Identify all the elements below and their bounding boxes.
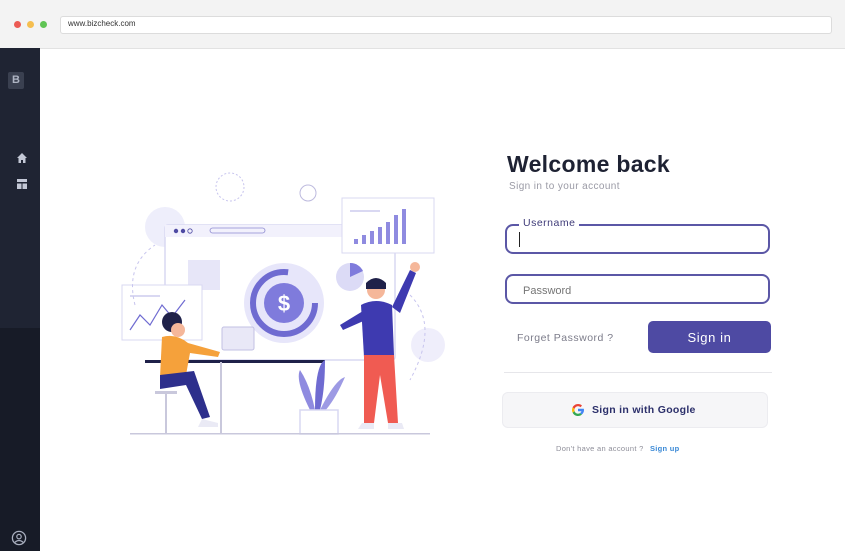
signup-prompt: Don't have an account ? Sign up	[556, 444, 680, 453]
page-title: Welcome back	[507, 151, 670, 177]
password-field[interactable]	[505, 274, 770, 304]
page-subtitle: Sign in to your account	[509, 181, 620, 192]
browser-chrome: www.bizcheck.com	[0, 0, 845, 49]
dashboard-icon[interactable]	[16, 178, 28, 190]
username-field[interactable]: Username	[505, 217, 770, 254]
app-logo[interactable]: B	[8, 72, 24, 89]
username-input[interactable]	[515, 231, 759, 251]
google-icon	[572, 404, 584, 416]
divider	[504, 372, 772, 373]
svg-text:$: $	[278, 291, 290, 316]
user-icon[interactable]	[11, 530, 27, 546]
address-bar-url: www.bizcheck.com	[68, 19, 136, 28]
address-bar[interactable]: www.bizcheck.com	[60, 16, 832, 34]
maximize-window-icon[interactable]	[40, 21, 47, 28]
google-sign-in-button[interactable]: Sign in with Google	[502, 392, 768, 428]
home-icon[interactable]	[16, 152, 28, 164]
forget-password-link[interactable]: Forget Password ?	[517, 332, 614, 344]
close-window-icon[interactable]	[14, 21, 21, 28]
sign-up-link[interactable]: Sign up	[650, 444, 680, 453]
sign-in-button[interactable]: Sign in	[648, 321, 771, 353]
password-input[interactable]	[521, 281, 765, 301]
no-account-text: Don't have an account ?	[556, 444, 644, 453]
minimize-window-icon[interactable]	[27, 21, 34, 28]
sidebar: B	[0, 48, 40, 551]
business-analytics-illustration: $	[121, 172, 445, 435]
google-button-label: Sign in with Google	[592, 404, 696, 416]
sidebar-lower-panel	[0, 328, 40, 551]
username-label: Username	[519, 217, 580, 229]
